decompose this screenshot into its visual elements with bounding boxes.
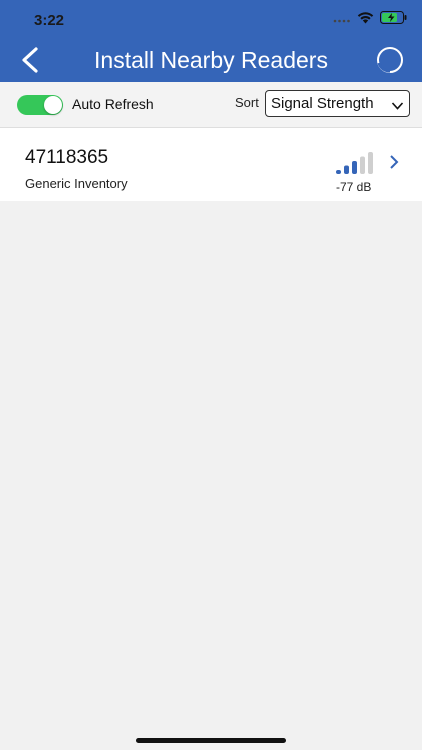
home-indicator	[136, 738, 286, 743]
reader-type: Generic Inventory	[25, 176, 128, 191]
signal-bar	[344, 165, 349, 174]
toggle-knob	[44, 96, 62, 114]
signal-bar	[368, 152, 373, 174]
sort-select[interactable]: Signal Strength	[265, 90, 410, 117]
wifi-icon	[357, 11, 374, 29]
sort-value: Signal Strength	[271, 95, 374, 112]
reader-list: 47118365 Generic Inventory -77 dB	[0, 128, 422, 201]
signal-strength-icon	[335, 151, 377, 180]
page-title: Install Nearby Readers	[94, 47, 328, 73]
nav-bar: Install Nearby Readers	[0, 40, 422, 82]
signal-strength-value: -77 dB	[336, 180, 372, 194]
battery-charging-icon	[380, 11, 408, 29]
signal-bar	[336, 170, 341, 174]
status-icons	[333, 11, 408, 29]
status-time: 3:22	[34, 12, 65, 29]
refresh-button[interactable]	[374, 46, 406, 78]
refresh-circle-icon	[375, 45, 405, 80]
list-item[interactable]: 47118365 Generic Inventory -77 dB	[0, 128, 422, 201]
sort-label: Sort	[235, 95, 259, 110]
chevron-right-icon	[388, 154, 400, 175]
reader-id: 47118365	[25, 147, 109, 168]
auto-refresh-label: Auto Refresh	[72, 96, 154, 112]
toolbar: Auto Refresh Sort Signal Strength	[0, 82, 422, 128]
chevron-down-icon	[391, 98, 404, 116]
signal-bar	[360, 156, 365, 174]
signal-bar	[352, 161, 357, 174]
cellular-dots-icon	[333, 11, 351, 29]
auto-refresh-toggle[interactable]	[17, 95, 63, 115]
status-bar: 3:22	[0, 0, 422, 40]
